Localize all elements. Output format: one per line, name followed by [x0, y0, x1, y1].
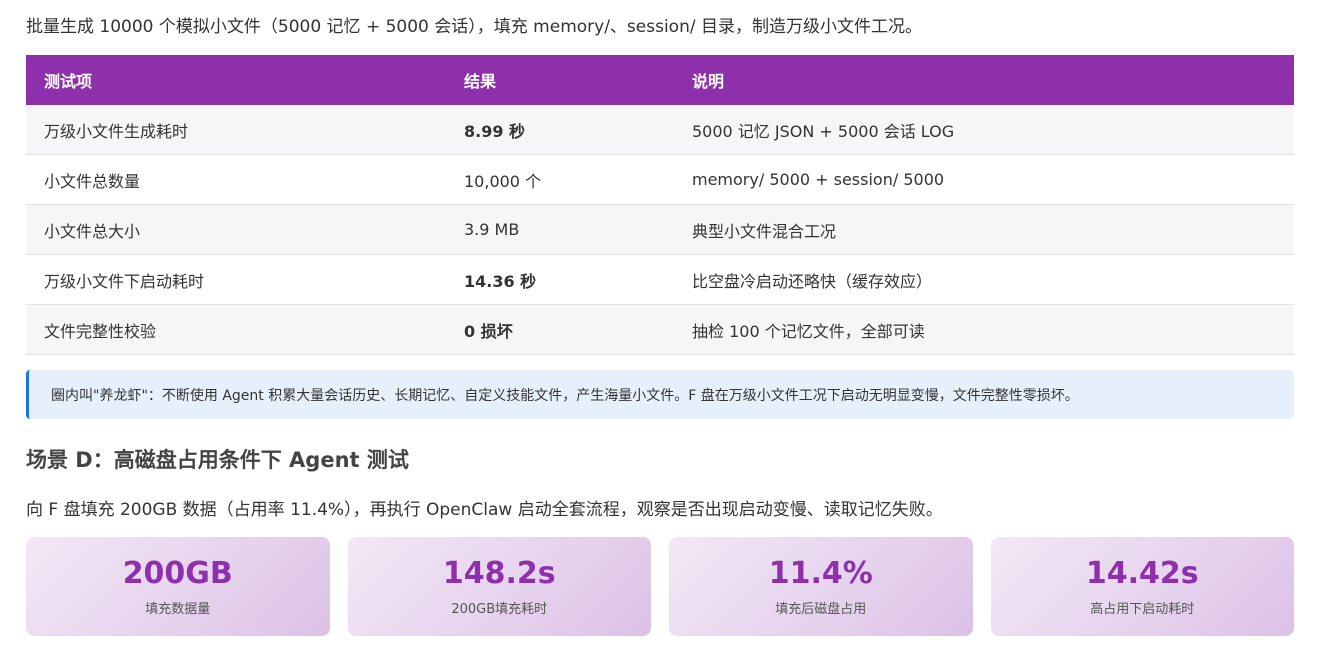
stat-card: 11.4% 填充后磁盘占用	[669, 537, 973, 636]
row-item: 文件完整性校验	[26, 304, 446, 355]
row-note: 典型小文件混合工况	[674, 204, 1294, 255]
stat-label: 高占用下启动耗时	[1090, 601, 1195, 617]
row-result: 8.99 秒	[446, 105, 674, 155]
stat-label: 填充数据量	[145, 601, 211, 617]
row-result: 3.9 MB	[446, 204, 674, 255]
stat-label: 填充后磁盘占用	[775, 601, 867, 617]
stat-label: 200GB填充耗时	[451, 601, 548, 617]
section-description: 向 F 盘填充 200GB 数据（占用率 11.4%），再执行 OpenClaw…	[26, 500, 943, 520]
stat-value: 14.42s	[1085, 555, 1199, 591]
table-row: 小文件总数量 10,000 个 memory/ 5000 + session/ …	[26, 154, 1294, 205]
table-header-row: 测试项 结果 说明	[26, 55, 1294, 105]
row-item: 万级小文件生成耗时	[26, 105, 446, 155]
stat-value: 11.4%	[768, 555, 873, 591]
header-result: 结果	[446, 55, 674, 105]
row-item: 万级小文件下启动耗时	[26, 254, 446, 305]
row-note: 5000 记忆 JSON + 5000 会话 LOG	[674, 105, 1294, 155]
table-row: 文件完整性校验 0 损坏 抽检 100 个记忆文件，全部可读	[26, 304, 1294, 355]
stat-card: 148.2s 200GB填充耗时	[347, 537, 651, 636]
stat-card: 14.42s 高占用下启动耗时	[990, 537, 1294, 636]
table-row: 万级小文件下启动耗时 14.36 秒 比空盘冷启动还略快（缓存效应）	[26, 254, 1294, 305]
results-table: 测试项 结果 说明 万级小文件生成耗时 8.99 秒 5000 记忆 JSON …	[26, 55, 1294, 355]
intro-text: 批量生成 10000 个模拟小文件（5000 记忆 + 5000 会话），填充 …	[26, 17, 922, 37]
row-note: 比空盘冷启动还略快（缓存效应）	[674, 254, 1294, 305]
stat-value: 148.2s	[442, 555, 556, 591]
stat-value: 200GB	[122, 555, 233, 591]
header-description: 说明	[674, 55, 1294, 105]
header-test-item: 测试项	[26, 55, 446, 105]
row-result: 10,000 个	[446, 154, 674, 205]
table-row: 小文件总大小 3.9 MB 典型小文件混合工况	[26, 204, 1294, 255]
stat-card: 200GB 填充数据量	[26, 537, 330, 636]
table-row: 万级小文件生成耗时 8.99 秒 5000 记忆 JSON + 5000 会话 …	[26, 105, 1294, 155]
row-item: 小文件总大小	[26, 204, 446, 255]
callout-text: 圈内叫"养龙虾"：不断使用 Agent 积累大量会话历史、长期记忆、自定义技能文…	[51, 387, 1079, 404]
row-result: 14.36 秒	[446, 254, 674, 305]
row-note: 抽检 100 个记忆文件，全部可读	[674, 304, 1294, 355]
row-result: 0 损坏	[446, 304, 674, 355]
section-heading: 场景 D：高磁盘占用条件下 Agent 测试	[26, 448, 409, 472]
document-page: 批量生成 10000 个模拟小文件（5000 记忆 + 5000 会话），填充 …	[0, 0, 1322, 650]
row-note: memory/ 5000 + session/ 5000	[674, 154, 1294, 205]
info-callout: 圈内叫"养龙虾"：不断使用 Agent 积累大量会话历史、长期记忆、自定义技能文…	[26, 370, 1294, 419]
row-item: 小文件总数量	[26, 154, 446, 205]
stat-cards: 200GB 填充数据量 148.2s 200GB填充耗时 11.4% 填充后磁盘…	[26, 537, 1294, 636]
